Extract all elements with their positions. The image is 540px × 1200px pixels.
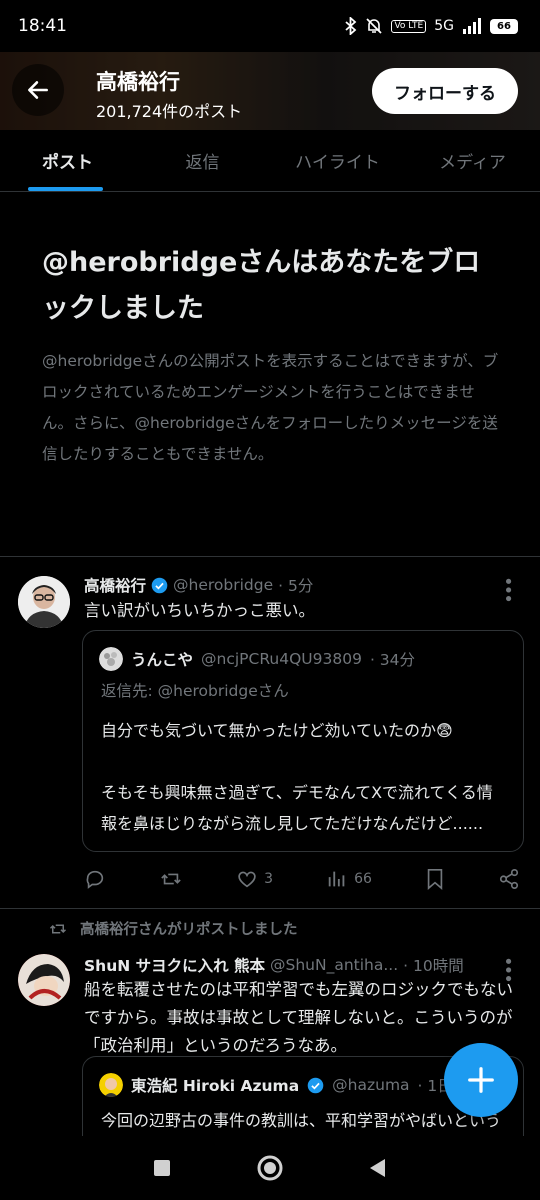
quote-header: うんこや @ncjPCRu4QU93809 · 34分 (99, 647, 415, 671)
profile-tabs: ポスト 返信 ハイライト メディア (0, 130, 540, 192)
author-name[interactable]: ShuN サヨクに入れ 熊本 (84, 954, 265, 976)
tab-media[interactable]: メディア (405, 130, 540, 191)
battery-icon: 66 (490, 18, 518, 34)
avatar[interactable] (18, 954, 70, 1006)
quote-header: 東浩紀 Hiroki Azuma @hazuma · 1日 (99, 1073, 453, 1097)
home-icon[interactable] (256, 1154, 284, 1182)
bluetooth-icon (345, 17, 357, 35)
post-time[interactable]: · 10時間 (403, 954, 464, 976)
heart-icon (238, 871, 256, 888)
author-handle[interactable]: @herobridge (173, 576, 273, 594)
tab-posts[interactable]: ポスト (0, 130, 135, 191)
verified-badge-icon (307, 1077, 324, 1093)
verified-badge-icon (151, 577, 168, 593)
quoted-post[interactable]: うんこや @ncjPCRu4QU93809 · 34分 返信先: @herobr… (82, 630, 524, 852)
repost-icon (161, 873, 181, 885)
share-icon (499, 869, 519, 889)
volte-icon: Vo LTE (391, 19, 427, 33)
post-item[interactable]: 高橋裕行 @herobridge · 5分 ••• 言い訳がいちいちかっこ悪い。… (0, 556, 540, 908)
quote-time: · 34分 (369, 651, 416, 669)
system-nav-bar (0, 1136, 540, 1200)
quote-author-handle: @ncjPCRu4QU93809 (201, 650, 362, 668)
network-type: 5G (434, 18, 454, 34)
reply-button[interactable] (84, 868, 106, 890)
quote-author-handle: @hazuma (332, 1076, 410, 1094)
mute-icon (366, 18, 383, 34)
bookmark-icon (427, 869, 443, 890)
tab-replies[interactable]: 返信 (135, 130, 270, 191)
post-text: 言い訳がいちいちかっこ悪い。 (84, 601, 315, 620)
post-text: 船を転覆させたのは平和学習でも左翼のロジックでもないですから。事故は事故として理… (84, 980, 513, 1055)
repost-label: 高橋裕行さんがリポストしました (80, 922, 298, 938)
post-actions: 3 66 (84, 868, 520, 890)
avatar[interactable] (18, 576, 70, 628)
follow-button[interactable]: フォローする (372, 68, 518, 114)
author-name[interactable]: 高橋裕行 (84, 574, 146, 596)
quote-author-name: 東浩紀 Hiroki Azuma (131, 1077, 300, 1095)
quote-author-name: うんこや (131, 651, 194, 669)
blocked-description: @herobridgeさんの公開ポストを表示することはできますが、ブロックされて… (42, 352, 499, 463)
view-count: 66 (354, 871, 372, 887)
blocked-notice: @herobridgeさんはあなたをブロックしました @herobridgeさん… (42, 240, 502, 470)
plus-icon (468, 1067, 494, 1093)
quote-avatar (99, 647, 123, 671)
post-header: 高橋裕行 @herobridge · 5分 (84, 574, 313, 596)
avatar-image (18, 576, 70, 628)
reply-icon (86, 870, 104, 889)
profile-header: 高橋裕行 201,724件のポスト フォローする (0, 52, 540, 130)
quote-avatar (99, 1073, 123, 1097)
blocked-title: @herobridgeさんはあなたをブロックしました (42, 247, 481, 324)
profile-name: 高橋裕行 (96, 70, 180, 94)
views-button[interactable]: 66 (326, 868, 372, 890)
tab-highlights[interactable]: ハイライト (270, 130, 405, 191)
back-button[interactable] (12, 64, 64, 116)
quote-text: 自分でも気づいて無かったけど効いていたのか😨 そもそも興味無さ過ぎて、デモなんて… (101, 721, 493, 833)
signal-icon (463, 18, 481, 34)
repost-icon (49, 924, 67, 933)
author-handle[interactable]: @ShuN_antiha... (270, 956, 398, 974)
status-time: 18:41 (18, 16, 67, 36)
status-icons: Vo LTE 5G 66 (345, 17, 518, 35)
recents-icon[interactable] (151, 1157, 173, 1179)
like-button[interactable]: 3 (236, 868, 273, 890)
share-button[interactable] (498, 868, 520, 890)
status-bar: 18:41 Vo LTE 5G 66 (0, 0, 540, 52)
like-count: 3 (264, 871, 274, 887)
divider (0, 908, 540, 909)
avatar-image (18, 954, 70, 1006)
bookmark-button[interactable] (425, 868, 445, 890)
post-header: ShuN サヨクに入れ 熊本 @ShuN_antiha... · 10時間 (84, 954, 464, 976)
repost-indicator[interactable]: 高橋裕行さんがリポストしました (48, 918, 298, 939)
back-triangle-icon[interactable] (367, 1157, 389, 1179)
repost-button[interactable] (159, 868, 183, 890)
post-time[interactable]: · 5分 (278, 574, 313, 596)
views-icon (328, 871, 345, 887)
quote-reply-to: 返信先: @herobridgeさん (101, 682, 289, 700)
post-count: 201,724件のポスト (96, 102, 243, 121)
arrow-left-icon (28, 81, 48, 99)
compose-button[interactable] (444, 1043, 518, 1117)
